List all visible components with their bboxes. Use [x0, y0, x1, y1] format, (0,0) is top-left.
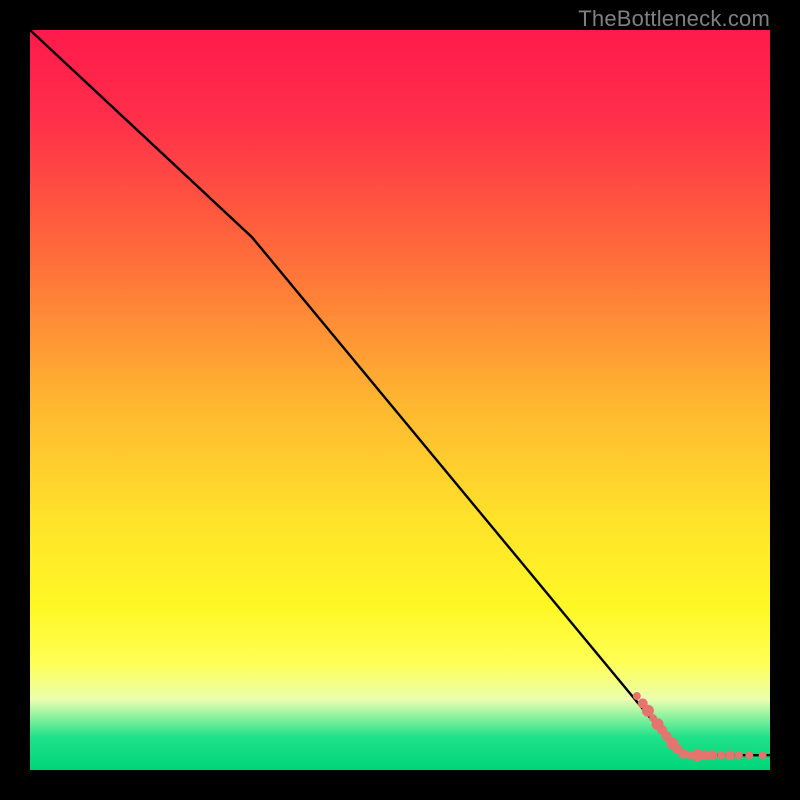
data-point — [717, 751, 725, 759]
chart-stage: TheBottleneck.com — [0, 0, 800, 800]
data-point — [745, 751, 753, 759]
data-point — [759, 751, 767, 759]
plot-area — [30, 30, 770, 770]
data-point — [725, 750, 735, 760]
data-point — [707, 750, 717, 760]
attribution-label: TheBottleneck.com — [578, 6, 770, 32]
data-point — [735, 751, 743, 759]
chart-svg — [30, 30, 770, 770]
gradient-background — [30, 30, 770, 770]
data-point — [633, 692, 641, 700]
